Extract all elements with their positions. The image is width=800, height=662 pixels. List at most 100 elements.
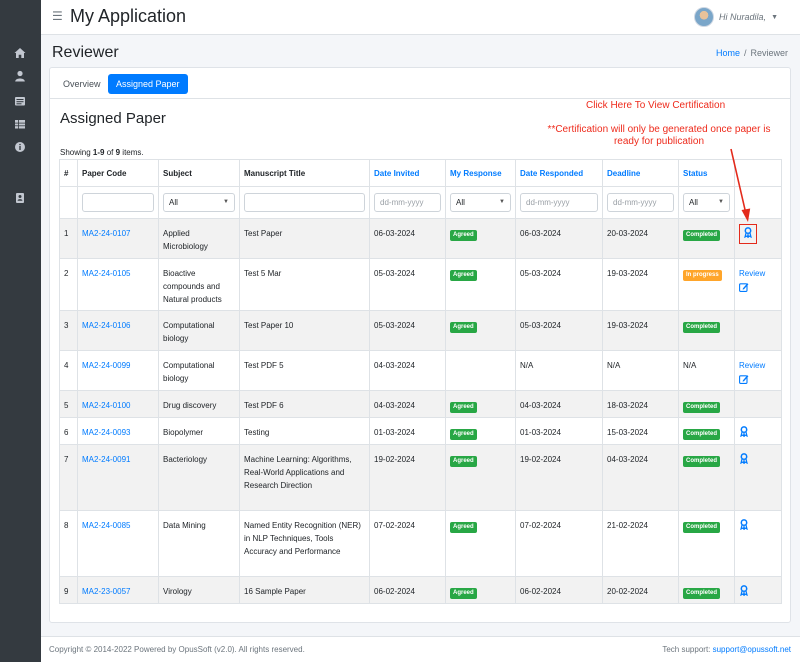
info-icon[interactable] xyxy=(14,141,26,153)
date-responded-cell: 07-02-2024 xyxy=(515,510,603,577)
id-card-icon[interactable] xyxy=(14,192,26,204)
certificate-icon[interactable] xyxy=(743,227,753,238)
table-row: 3 MA2-24-0106 Computational biology Test Pa… xyxy=(59,310,782,351)
column-header-manuscript-title: Manuscript Title xyxy=(239,159,370,187)
certificate-icon[interactable] xyxy=(739,426,749,437)
table-row: 4 MA2-24-0099 Computational biology Test PD… xyxy=(59,350,782,391)
paper-code-link[interactable]: MA2-24-0107 xyxy=(82,229,130,238)
hamburger-menu-icon[interactable]: ☰ xyxy=(52,10,63,22)
certificate-icon[interactable] xyxy=(739,585,749,596)
paper-code-link[interactable]: MA2-24-0099 xyxy=(82,361,130,370)
response-cell: Agreed xyxy=(445,218,516,259)
response-cell: Agreed xyxy=(445,417,516,445)
column-header-status[interactable]: Status xyxy=(678,159,735,187)
response-cell: Agreed xyxy=(445,390,516,418)
response-badge: Agreed xyxy=(450,456,477,467)
manuscript-title-cell: Test PDF 6 xyxy=(239,390,370,418)
paper-code-filter-input[interactable] xyxy=(82,193,154,212)
column-header-number: # xyxy=(59,159,78,187)
response-cell xyxy=(445,350,516,391)
action-cell xyxy=(734,310,782,351)
column-header-date-responded[interactable]: Date Responded xyxy=(515,159,603,187)
table-row: 2 MA2-24-0105 Bioactive compounds and Natu… xyxy=(59,258,782,311)
action-cell xyxy=(734,510,782,577)
column-header-deadline[interactable]: Deadline xyxy=(602,159,679,187)
certificate-icon[interactable] xyxy=(739,453,749,464)
review-link[interactable]: Review xyxy=(739,267,777,280)
date-invited-cell: 06-02-2024 xyxy=(369,576,446,604)
chevron-down-icon: ▼ xyxy=(499,199,505,205)
deadline-cell: 20-03-2024 xyxy=(602,218,679,259)
paper-code-link[interactable]: MA2-24-0100 xyxy=(82,401,130,410)
manuscript-title-cell: Machine Learning: Algorithms, Real-World… xyxy=(239,444,370,511)
response-cell: Agreed xyxy=(445,258,516,311)
subject-cell: Drug discovery xyxy=(158,390,240,418)
user-icon[interactable] xyxy=(14,70,26,82)
status-text: N/A xyxy=(683,361,697,370)
footer: Copyright © 2014-2022 Powered by OpusSof… xyxy=(41,636,800,662)
date-invited-cell: 01-03-2024 xyxy=(369,417,446,445)
date-responded-cell: 05-03-2024 xyxy=(515,310,603,351)
deadline-cell: 20-02-2024 xyxy=(602,576,679,604)
breadcrumb: Home / Reviewer xyxy=(716,48,788,58)
date-invited-cell: 07-02-2024 xyxy=(369,510,446,577)
date-responded-filter-input[interactable]: dd-mm-yyyy xyxy=(520,193,598,212)
user-greeting[interactable]: Hi Nuradila, xyxy=(719,12,766,22)
paper-code-link[interactable]: MA2-24-0093 xyxy=(82,428,130,437)
paper-code-link[interactable]: MA2-24-0085 xyxy=(82,521,130,530)
action-cell xyxy=(734,417,782,445)
status-badge: Completed xyxy=(683,522,721,533)
row-number: 3 xyxy=(59,310,78,351)
home-icon[interactable] xyxy=(14,47,26,59)
response-filter-select[interactable]: All ▼ xyxy=(450,193,511,212)
tab-bar: Overview Assigned Paper xyxy=(50,68,790,99)
subject-cell: Virology xyxy=(158,576,240,604)
status-filter-select[interactable]: All ▼ xyxy=(683,193,730,212)
status-cell: Completed xyxy=(678,218,735,259)
row-number: 8 xyxy=(59,510,78,577)
review-link[interactable]: Review xyxy=(739,359,777,372)
status-badge: Completed xyxy=(683,230,721,241)
deadline-cell: 18-03-2024 xyxy=(602,390,679,418)
avatar[interactable] xyxy=(694,7,715,27)
certificate-icon[interactable] xyxy=(739,519,749,530)
deadline-cell: 21-02-2024 xyxy=(602,510,679,577)
top-navbar: ☰ My Application Hi Nuradila, ▼ xyxy=(41,0,800,35)
subject-filter-select[interactable]: All ▼ xyxy=(163,193,235,212)
paper-code-link[interactable]: MA2-24-0106 xyxy=(82,321,130,330)
tab-assigned-paper[interactable]: Assigned Paper xyxy=(108,74,188,94)
paper-code-link[interactable]: MA2-24-0091 xyxy=(82,455,130,464)
status-badge: In progress xyxy=(683,270,722,281)
breadcrumb-separator: / xyxy=(743,48,747,58)
tab-overview[interactable]: Overview xyxy=(55,74,109,94)
status-cell: Completed xyxy=(678,390,735,418)
chevron-down-icon[interactable]: ▼ xyxy=(771,14,778,21)
edit-icon[interactable] xyxy=(739,374,749,384)
status-badge: Completed xyxy=(683,588,721,599)
paper-code-link[interactable]: MA2-24-0105 xyxy=(82,269,130,278)
breadcrumb-home-link[interactable]: Home xyxy=(716,48,740,58)
table-row: 7 MA2-24-0091 Bacteriology Machine Learning… xyxy=(59,444,782,511)
app-title: My Application xyxy=(70,6,187,26)
list-icon[interactable] xyxy=(14,95,26,107)
support-email-link[interactable]: support@opussoft.net xyxy=(713,645,791,654)
deadline-filter-input[interactable]: dd-mm-yyyy xyxy=(607,193,674,212)
column-header-my-response[interactable]: My Response xyxy=(445,159,516,187)
edit-icon[interactable] xyxy=(739,282,749,292)
paper-code-link[interactable]: MA2-23-0057 xyxy=(82,587,130,596)
date-invited-filter-input[interactable]: dd-mm-yyyy xyxy=(374,193,441,212)
certificate-highlight[interactable] xyxy=(739,224,757,244)
response-cell: Agreed xyxy=(445,444,516,511)
date-invited-cell: 19-02-2024 xyxy=(369,444,446,511)
table-icon[interactable] xyxy=(14,118,26,130)
column-header-date-invited[interactable]: Date Invited xyxy=(369,159,446,187)
manuscript-title-filter-input[interactable] xyxy=(244,193,365,212)
column-header-actions xyxy=(734,159,782,187)
subject-cell: Bioactive compounds and Natural products xyxy=(158,258,240,311)
response-cell: Agreed xyxy=(445,576,516,604)
subject-cell: Computational biology xyxy=(158,350,240,391)
manuscript-title-cell: Test PDF 5 xyxy=(239,350,370,391)
user-menu[interactable]: Hi Nuradila, ▼ xyxy=(694,7,778,27)
sidebar xyxy=(0,0,41,662)
manuscript-title-cell: Test Paper xyxy=(239,218,370,259)
